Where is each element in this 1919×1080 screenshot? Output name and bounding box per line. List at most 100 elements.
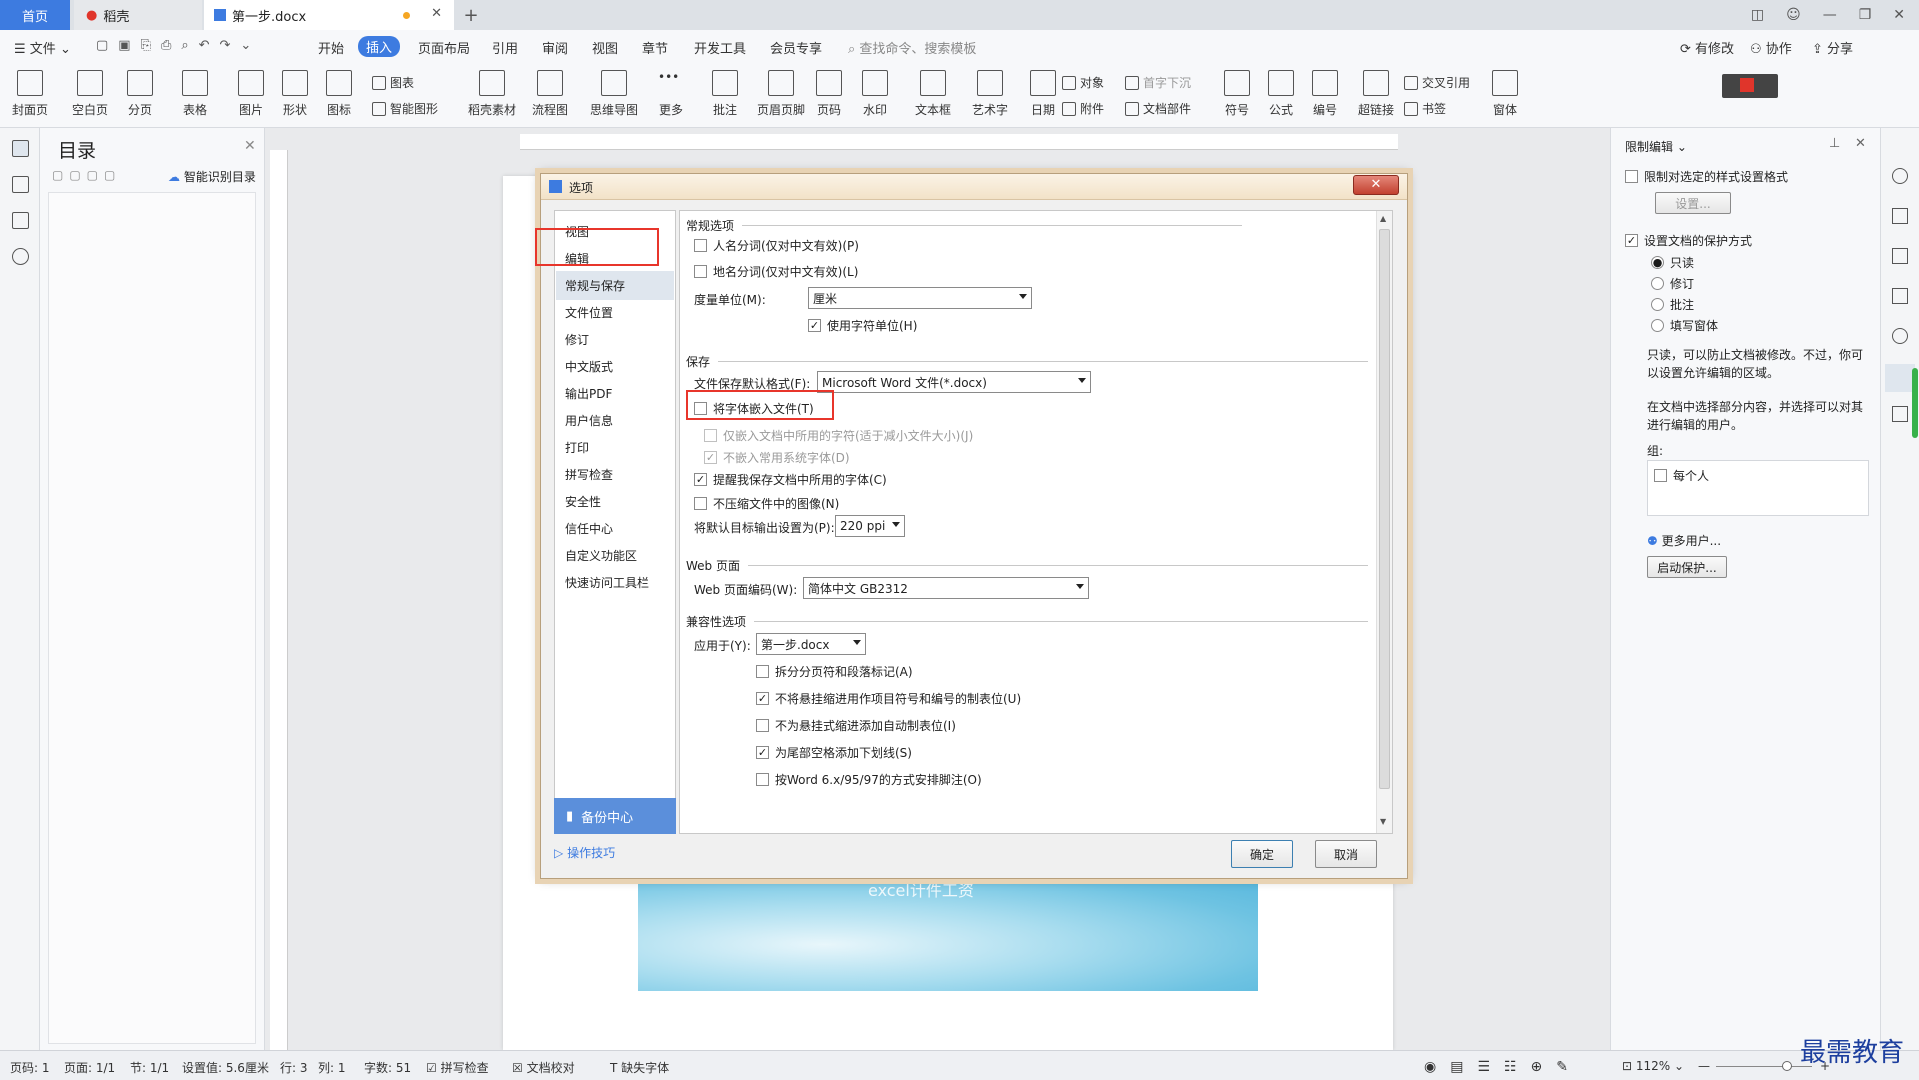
icon-button[interactable]: 图标 <box>326 70 352 118</box>
chapter-nav-icon[interactable] <box>12 176 29 193</box>
pin-icon[interactable]: ⊥ <box>1829 136 1840 151</box>
char-unit-checkbox[interactable]: ✓ 使用字符单位(H) <box>808 317 917 334</box>
vertical-ruler[interactable] <box>270 150 288 1050</box>
nav-general-save[interactable]: 常规与保存 <box>556 271 674 300</box>
start-protect-button[interactable]: 启动保护... <box>1647 556 1727 578</box>
formula-button[interactable]: 公式 <box>1268 70 1294 118</box>
numbering-button[interactable]: 编号 <box>1312 70 1338 118</box>
spell-check-button[interactable]: ☑ 拼写检查 <box>426 1059 489 1076</box>
close-outline-icon[interactable]: ✕ <box>244 138 256 154</box>
zoom-out-icon[interactable]: — <box>1698 1059 1710 1073</box>
compat-opt2-checkbox[interactable]: ✓ 不将悬挂缩进用作项目符号和编号的制表位(U) <box>756 690 1021 707</box>
style-icon[interactable] <box>1892 168 1908 184</box>
nav-print[interactable]: 打印 <box>565 439 589 456</box>
cover-page-button[interactable]: 封面页 <box>12 70 48 118</box>
restore-icon[interactable]: ❐ <box>1859 7 1872 23</box>
menu-start[interactable]: 开始 <box>318 38 344 57</box>
search-nav-icon[interactable] <box>12 248 29 265</box>
attachment-button[interactable]: 附件 <box>1062 100 1104 117</box>
view-mode-icons[interactable]: ◉▤☰☷⊕✎ <box>1424 1059 1582 1075</box>
nav-chinese-layout[interactable]: 中文版式 <box>565 358 613 375</box>
compat-opt3-checkbox[interactable]: 不为悬挂式缩进添加自动制表位(I) <box>756 717 956 734</box>
textbox-button[interactable]: 文本框 <box>915 70 951 118</box>
command-search[interactable]: ⌕ 查找命令、搜索模板 <box>848 38 976 57</box>
text-icon[interactable] <box>1892 406 1908 422</box>
smart-art-button[interactable]: 智能图形 <box>372 100 438 117</box>
mode-revise-radio[interactable]: 修订 <box>1651 275 1694 292</box>
adjust-icon[interactable] <box>1892 288 1908 304</box>
collaborate-button[interactable]: ⚇ 协作 <box>1750 38 1792 57</box>
close-window-icon[interactable]: ✕ <box>1893 7 1905 23</box>
menu-review[interactable]: 审阅 <box>542 38 568 57</box>
nav-file-location[interactable]: 文件位置 <box>565 304 613 321</box>
scroll-up-icon[interactable]: ▲ <box>1380 214 1386 223</box>
cross-ref-button[interactable]: 交叉引用 <box>1404 74 1470 91</box>
restrict-format-checkbox[interactable]: 限制对选定的样式设置格式 <box>1625 168 1788 185</box>
nav-revision[interactable]: 修订 <box>565 331 589 348</box>
backup-center-button[interactable]: ▮ 备份中心 <box>554 798 676 834</box>
document-image[interactable]: excel计件工资 <box>638 875 1258 991</box>
tab-docer[interactable]: ● 稻壳 <box>74 0 202 30</box>
layout-icon[interactable]: ◫ <box>1751 7 1764 23</box>
nav-quick-access[interactable]: 快速访问工具栏 <box>565 574 649 591</box>
tips-link[interactable]: ▷ 操作技巧 <box>554 844 615 861</box>
mindmap-button[interactable]: 思维导图 <box>590 70 638 118</box>
bookmark-nav-icon[interactable] <box>12 212 29 229</box>
scrollbar-thumb[interactable] <box>1379 229 1390 789</box>
compat-opt4-checkbox[interactable]: ✓ 为尾部空格添加下划线(S) <box>756 744 912 761</box>
ppi-select[interactable]: 220 ppi <box>835 515 905 537</box>
file-menu[interactable]: ☰ 文件 ⌄ <box>14 38 71 57</box>
avatar[interactable]: ☺ <box>1786 7 1801 23</box>
share-button[interactable]: ⇪ 分享 <box>1812 38 1853 57</box>
outline-icon[interactable] <box>12 140 29 157</box>
name-seg-checkbox[interactable]: 人名分词(仅对中文有效)(P) <box>694 237 859 254</box>
input-method-icon[interactable] <box>1722 74 1778 98</box>
status-words[interactable]: 字数: 51 <box>364 1059 411 1076</box>
options-scrollbar[interactable]: ▲ ▼ <box>1376 211 1392 833</box>
group-list[interactable]: 每个人 <box>1647 460 1869 516</box>
blank-page-button[interactable]: 空白页 <box>72 70 108 118</box>
no-compress-checkbox[interactable]: 不压缩文件中的图像(N) <box>694 495 839 512</box>
watermark-button[interactable]: 水印 <box>862 70 888 118</box>
tab-document[interactable]: 第一步.docx ✕ <box>204 0 454 30</box>
wordart-button[interactable]: 艺术字 <box>972 70 1008 118</box>
dialog-titlebar[interactable]: 选项 ✕ <box>541 174 1407 200</box>
page-number-button[interactable]: 页码 <box>816 70 842 118</box>
nav-user-info[interactable]: 用户信息 <box>565 412 613 429</box>
compat-opt5-checkbox[interactable]: 按Word 6.x/95/97的方式安排脚注(O) <box>756 771 982 788</box>
smart-toc-button[interactable]: ☁ 智能识别目录 <box>168 168 256 185</box>
ok-button[interactable]: 确定 <box>1231 840 1293 868</box>
menu-chapter[interactable]: 章节 <box>642 38 668 57</box>
menu-page-layout[interactable]: 页面布局 <box>418 38 470 57</box>
picture-button[interactable]: 图片 <box>238 70 264 118</box>
proofread-button[interactable]: ☒ 文档校对 <box>512 1059 575 1076</box>
remind-fonts-checkbox[interactable]: ✓ 提醒我保存文档中所用的字体(C) <box>694 471 887 488</box>
close-tab-icon[interactable]: ✕ <box>431 6 442 21</box>
drop-cap-button[interactable]: 首字下沉 <box>1125 74 1191 91</box>
zoom-value[interactable]: ⊡ 112% ⌄ <box>1622 1059 1684 1073</box>
hyperlink-button[interactable]: 超链接 <box>1358 70 1394 118</box>
object-button[interactable]: 对象 <box>1062 74 1104 91</box>
shape-button[interactable]: 形状 <box>282 70 308 118</box>
header-footer-button[interactable]: 页眉页脚 <box>757 70 805 118</box>
embed-used-checkbox[interactable]: 仅嵌入文档中所用的字符(适于减小文件大小)(J) <box>704 427 973 444</box>
format-select[interactable]: Microsoft Word 文件(*.docx) <box>817 371 1091 393</box>
nav-security[interactable]: 安全性 <box>565 493 601 510</box>
quick-access-toolbar[interactable]: ▢▣⎘⎙⌕↶↷⌄ <box>96 38 261 53</box>
web-encoding-select[interactable]: 简体中文 GB2312 <box>803 577 1089 599</box>
mode-comment-radio[interactable]: 批注 <box>1651 296 1694 313</box>
cancel-button[interactable]: 取消 <box>1315 840 1377 868</box>
flowchart-button[interactable]: 流程图 <box>532 70 568 118</box>
outline-list[interactable] <box>48 192 256 1044</box>
close-icon[interactable]: ✕ <box>1353 175 1399 195</box>
place-seg-checkbox[interactable]: 地名分词(仅对中文有效)(L) <box>694 263 858 280</box>
more-users-link[interactable]: ⚉ 更多用户... <box>1647 532 1721 549</box>
new-tab-button[interactable]: + <box>456 0 486 30</box>
horizontal-ruler[interactable] <box>520 134 1398 150</box>
has-changes-button[interactable]: ⟳ 有修改 <box>1680 38 1734 57</box>
chart-button[interactable]: 图表 <box>372 74 414 91</box>
menu-references[interactable]: 引用 <box>492 38 518 57</box>
cursor-icon[interactable] <box>1892 248 1908 264</box>
everyone-checkbox[interactable]: 每个人 <box>1654 467 1709 484</box>
mode-readonly-radio[interactable]: ● 只读 <box>1651 254 1694 271</box>
